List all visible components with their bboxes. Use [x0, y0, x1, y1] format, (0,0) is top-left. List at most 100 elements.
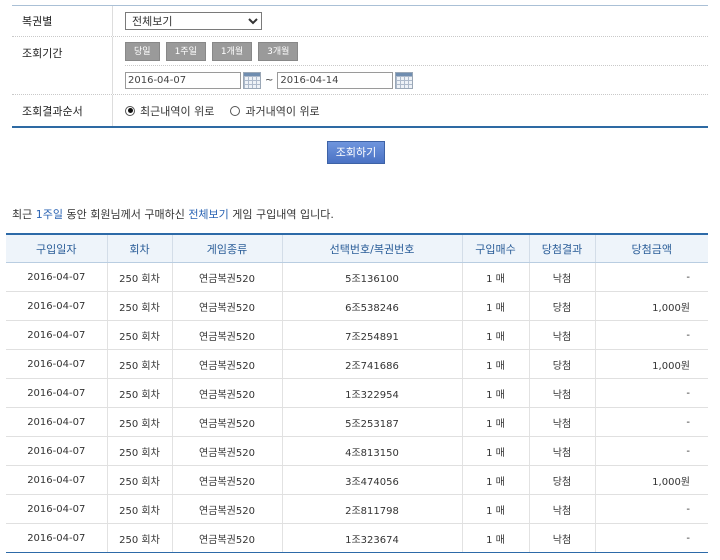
purchase-date-cell: 2016-04-07: [6, 378, 107, 408]
game-type-cell: 연금복권520: [171, 291, 282, 321]
result-cell: 당첨: [528, 349, 595, 379]
result-cell: 낙첨: [528, 523, 595, 553]
round-cell: 250 회차: [106, 320, 172, 350]
date-range-separator: ~: [265, 74, 274, 86]
result-cell: 낙첨: [528, 378, 595, 408]
ticket-number-cell: 1조323674: [281, 523, 462, 553]
lottery-type-select[interactable]: 전체보기: [125, 12, 262, 30]
header-prize-amount: 당첨금액: [594, 233, 708, 263]
purchase-date-cell: 2016-04-07: [6, 349, 107, 379]
header-ticket-number: 선택번호/복권번호: [281, 233, 462, 263]
radio-unchecked-icon[interactable]: [230, 105, 241, 116]
date-from-input[interactable]: [125, 71, 241, 89]
game-type-cell: 연금복권520: [171, 320, 282, 350]
round-cell: 250 회차: [106, 378, 172, 408]
game-type-cell: 연금복권520: [171, 378, 282, 408]
period-filter-body: 당일 1주일 1개월 3개월 ~: [112, 37, 708, 94]
quantity-cell: 1 매: [461, 349, 529, 379]
game-type-cell: 연금복권520: [171, 262, 282, 292]
round-cell: 250 회차: [106, 291, 172, 321]
calendar-icon[interactable]: [395, 71, 414, 89]
ticket-number-cell: 2조741686: [281, 349, 462, 379]
period-1month-button[interactable]: 1개월: [211, 41, 253, 61]
prize-amount-cell: -: [594, 407, 708, 437]
result-cell: 낙첨: [528, 320, 595, 350]
round-cell: 250 회차: [106, 465, 172, 495]
quantity-cell: 1 매: [461, 320, 529, 350]
table-row: 2016-04-07 250 회차 연금복권520 5조253187 1 매 낙첨 -: [6, 407, 708, 437]
purchase-history-table: 구입일자 회차 게임종류 선택번호/복권번호 구입매수 당첨결과 당첨금액 20…: [6, 233, 708, 553]
search-filter-form: 복권별 전체보기 조회기간 당일 1주일 1개월 3개월 ~ 조회결: [12, 5, 708, 128]
order-past-radio[interactable]: 과거내역이 위로: [230, 103, 320, 119]
table-row: 2016-04-07 250 회차 연금복권520 2조741686 1 매 당첨 1,00…: [6, 349, 708, 379]
summary-period: 1주일: [35, 208, 63, 221]
ticket-number-cell: 7조254891: [281, 320, 462, 350]
ticket-number-cell: 3조474056: [281, 465, 462, 495]
round-cell: 250 회차: [106, 436, 172, 466]
game-type-cell: 연금복권520: [171, 436, 282, 466]
ticket-number-cell: 5조136100: [281, 262, 462, 292]
purchase-date-cell: 2016-04-07: [6, 436, 107, 466]
purchase-date-cell: 2016-04-07: [6, 523, 107, 553]
radio-checked-icon[interactable]: [125, 105, 135, 116]
table-row: 2016-04-07 250 회차 연금복권520 7조254891 1 매 낙첨 -: [6, 320, 708, 350]
prize-amount-cell: 1,000원: [594, 349, 708, 379]
round-cell: 250 회차: [106, 407, 172, 437]
order-label: 조회결과순서: [22, 104, 83, 118]
prize-amount-cell: -: [594, 494, 708, 524]
lottery-filter-row: 복권별 전체보기: [12, 6, 708, 37]
header-quantity: 구입매수: [461, 233, 529, 263]
quantity-cell: 1 매: [461, 436, 529, 466]
ticket-number-cell: 2조811798: [281, 494, 462, 524]
table-header-row: 구입일자 회차 게임종류 선택번호/복권번호 구입매수 당첨결과 당첨금액: [6, 233, 708, 263]
order-recent-radio[interactable]: 최근내역이 위로: [125, 103, 214, 119]
header-result: 당첨결과: [528, 233, 595, 263]
quantity-cell: 1 매: [461, 378, 529, 408]
summary-middle: 동안 회원님께서 구매하신: [63, 208, 189, 221]
quantity-cell: 1 매: [461, 523, 529, 553]
quantity-cell: 1 매: [461, 494, 529, 524]
order-filter-row: 조회결과순서 최근내역이 위로 과거내역이 위로: [12, 95, 708, 126]
table-row: 2016-04-07 250 회차 연금복권520 5조136100 1 매 낙첨 -: [6, 262, 708, 292]
purchase-date-cell: 2016-04-07: [6, 494, 107, 524]
game-type-cell: 연금복권520: [171, 523, 282, 553]
header-purchase-date: 구입일자: [6, 233, 107, 263]
purchase-date-cell: 2016-04-07: [6, 407, 107, 437]
lottery-filter-body: 전체보기: [112, 6, 708, 36]
period-label: 조회기간: [22, 47, 63, 60]
period-3month-button[interactable]: 3개월: [258, 41, 299, 61]
order-past-label: 과거내역이 위로: [245, 104, 320, 118]
result-summary: 최근 1주일 동안 회원님께서 구매하신 전체보기 게임 구입내역 입니다.: [12, 206, 334, 222]
ticket-number-cell: 4조813150: [281, 436, 462, 466]
table-row: 2016-04-07 250 회차 연금복권520 3조474056 1 매 당첨 1,00…: [6, 465, 708, 495]
prize-amount-cell: 1,000원: [594, 291, 708, 321]
ticket-number-cell: 1조322954: [281, 378, 462, 408]
header-round: 회차: [106, 233, 172, 263]
purchase-date-cell: 2016-04-07: [6, 465, 107, 495]
table-row: 2016-04-07 250 회차 연금복권520 2조811798 1 매 낙첨 -: [6, 494, 708, 524]
prize-amount-cell: -: [594, 523, 708, 553]
round-cell: 250 회차: [106, 523, 172, 553]
ticket-number-cell: 5조253187: [281, 407, 462, 437]
result-cell: 낙첨: [528, 436, 595, 466]
game-type-cell: 연금복권520: [171, 349, 282, 379]
result-cell: 낙첨: [528, 494, 595, 524]
quantity-cell: 1 매: [461, 465, 529, 495]
quantity-cell: 1 매: [461, 407, 529, 437]
result-cell: 낙첨: [528, 262, 595, 292]
period-buttons: 당일 1주일 1개월 3개월: [125, 37, 304, 65]
calendar-icon[interactable]: [243, 71, 261, 89]
period-filter-row: 조회기간 당일 1주일 1개월 3개월 ~: [12, 37, 708, 95]
period-today-button[interactable]: 당일: [125, 41, 160, 61]
summary-game: 전체보기: [188, 208, 229, 221]
summary-suffix: 게임 구입내역 입니다.: [228, 208, 334, 221]
summary-prefix: 최근: [12, 208, 36, 221]
period-1week-button[interactable]: 1주일: [165, 41, 206, 61]
round-cell: 250 회차: [106, 494, 172, 524]
order-recent-label: 최근내역이 위로: [140, 104, 215, 118]
game-type-cell: 연금복권520: [171, 465, 282, 495]
search-button[interactable]: 조회하기: [327, 141, 385, 164]
table-row: 2016-04-07 250 회차 연금복권520 6조538246 1 매 당첨 1,00…: [6, 291, 708, 321]
date-to-input[interactable]: [277, 71, 394, 89]
prize-amount-cell: 1,000원: [594, 465, 708, 495]
